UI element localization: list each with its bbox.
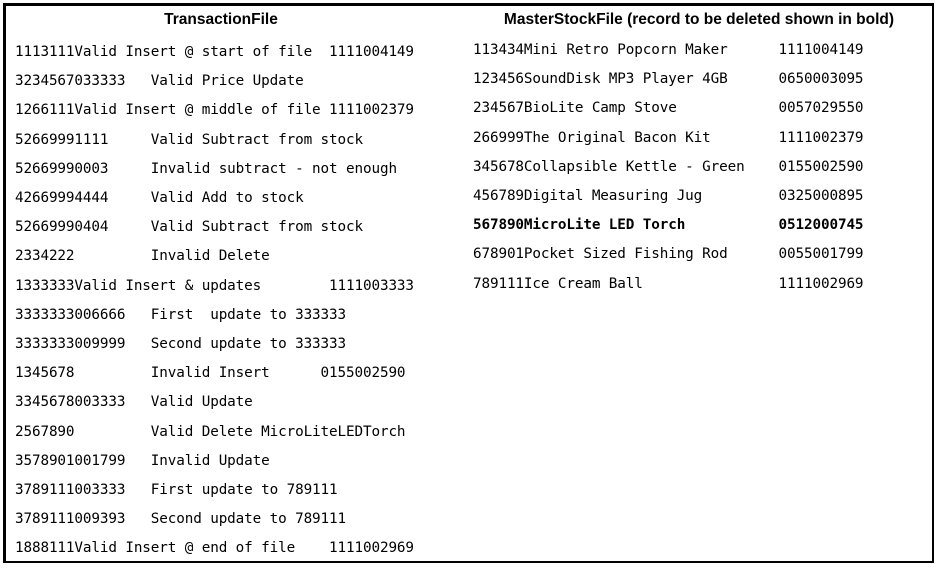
- record-row: 42669994444 Valid Add to stock: [15, 190, 304, 207]
- record-row: 678901Pocket Sized Fishing Rod 005500179…: [473, 246, 864, 263]
- record-row: 789111Ice Cream Ball 1111002969: [473, 275, 864, 292]
- record-row: 345678Collapsible Kettle - Green 0155002…: [473, 158, 864, 175]
- record-row: 123456SoundDisk MP3 Player 4GB 065000309…: [473, 71, 864, 88]
- master-stock-file-record-list: 113434Mini Retro Popcorn Maker 111100414…: [473, 36, 932, 299]
- master-stock-file-panel: MasterStockFile (record to be deleted sh…: [470, 6, 932, 561]
- two-column-layout: TransactionFile 1113111Valid Insert @ st…: [6, 6, 932, 561]
- record-row: 1333333Valid Insert & updates 1111003333: [15, 277, 414, 294]
- record-row: 3578901001799 Invalid Update: [15, 452, 270, 469]
- record-row: 3333333009999 Second update to 333333: [15, 336, 347, 353]
- record-row: 266999The Original Bacon Kit 1111002379: [473, 129, 864, 146]
- record-row: 2567890 Valid Delete MicroLiteLEDTorch: [15, 423, 406, 440]
- document-frame: TransactionFile 1113111Valid Insert @ st…: [3, 3, 934, 563]
- record-row: 52669990404 Valid Subtract from stock: [15, 219, 363, 236]
- transaction-file-record-list: 1113111Valid Insert @ start of file 1111…: [15, 38, 470, 561]
- record-row: 1888111Valid Insert @ end of file 111100…: [15, 540, 414, 557]
- master-stock-file-title: MasterStockFile (record to be deleted sh…: [503, 11, 895, 28]
- record-row: 2334222 Invalid Delete: [15, 248, 270, 265]
- record-row: 52669990003 Invalid subtract - not enoug…: [15, 160, 397, 177]
- transaction-file-panel: TransactionFile 1113111Valid Insert @ st…: [6, 6, 470, 561]
- record-row: 52669991111 Valid Subtract from stock: [15, 131, 363, 148]
- record-row: 1266111Valid Insert @ middle of file 111…: [15, 102, 414, 119]
- record-row: 3345678003333 Valid Update: [15, 394, 253, 411]
- record-row-highlighted: 567890MicroLite LED Torch 0512000745: [473, 217, 864, 234]
- record-row: 1113111Valid Insert @ start of file 1111…: [15, 44, 414, 60]
- record-row: 3789111003333 First update to 789111: [15, 482, 338, 499]
- record-row: 234567BioLite Camp Stove 0057029550: [473, 100, 864, 117]
- record-row: 3333333006666 First update to 333333: [15, 306, 347, 323]
- transaction-file-title: TransactionFile: [164, 11, 278, 28]
- record-row: 3789111009393 Second update to 789111: [15, 511, 347, 528]
- record-row: 113434Mini Retro Popcorn Maker 111100414…: [473, 42, 864, 58]
- record-row: 456789Digital Measuring Jug 0325000895: [473, 188, 864, 205]
- record-row: 1345678 Invalid Insert 0155002590: [15, 365, 406, 382]
- record-row: 3234567033333 Valid Price Update: [15, 73, 304, 90]
